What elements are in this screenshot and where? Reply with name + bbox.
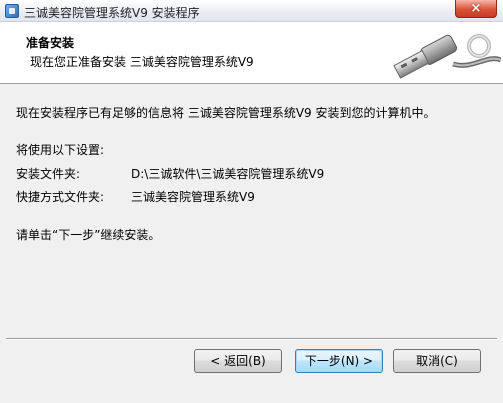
title-bar[interactable]: 三诚美容院管理系统V9 安装程序 × [0,0,503,22]
footer-divider [6,338,497,340]
page-subtitle: 现在您正准备安装 三诚美容院管理系统V9 [30,55,254,69]
cancel-button[interactable]: 取消(C) [393,349,481,373]
install-folder-value: D:\三诚软件\三诚美容院管理系统V9 [131,167,325,181]
window-title: 三诚美容院管理系统V9 安装程序 [24,6,200,20]
shortcut-folder-label: 快捷方式文件夹: [16,190,105,204]
back-button[interactable]: < 返回(B) [194,349,282,373]
install-folder-label: 安装文件夹: [16,167,81,181]
installer-window: 三诚美容院管理系统V9 安装程序 × 准备安装 现在您正准备安装 三诚美容院管理… [0,0,503,403]
installer-app-icon [5,4,19,18]
intro-text: 现在安装程序已有足够的信息将 三诚美容院管理系统V9 安装到您的计算机中。 [16,106,436,120]
shortcut-folder-value: 三诚美容院管理系统V9 [131,190,255,204]
page-title: 准备安装 [26,36,75,50]
close-button[interactable]: × [455,0,497,18]
next-button[interactable]: 下一步(N) > [295,349,383,373]
instruction-text: 请单击“下一步”继续安装。 [16,228,161,242]
settings-heading: 将使用以下设置: [16,143,105,157]
usb-cable-icon [393,34,501,79]
wizard-header: 准备安装 现在您正准备安装 三诚美容院管理系统V9 [0,22,503,84]
